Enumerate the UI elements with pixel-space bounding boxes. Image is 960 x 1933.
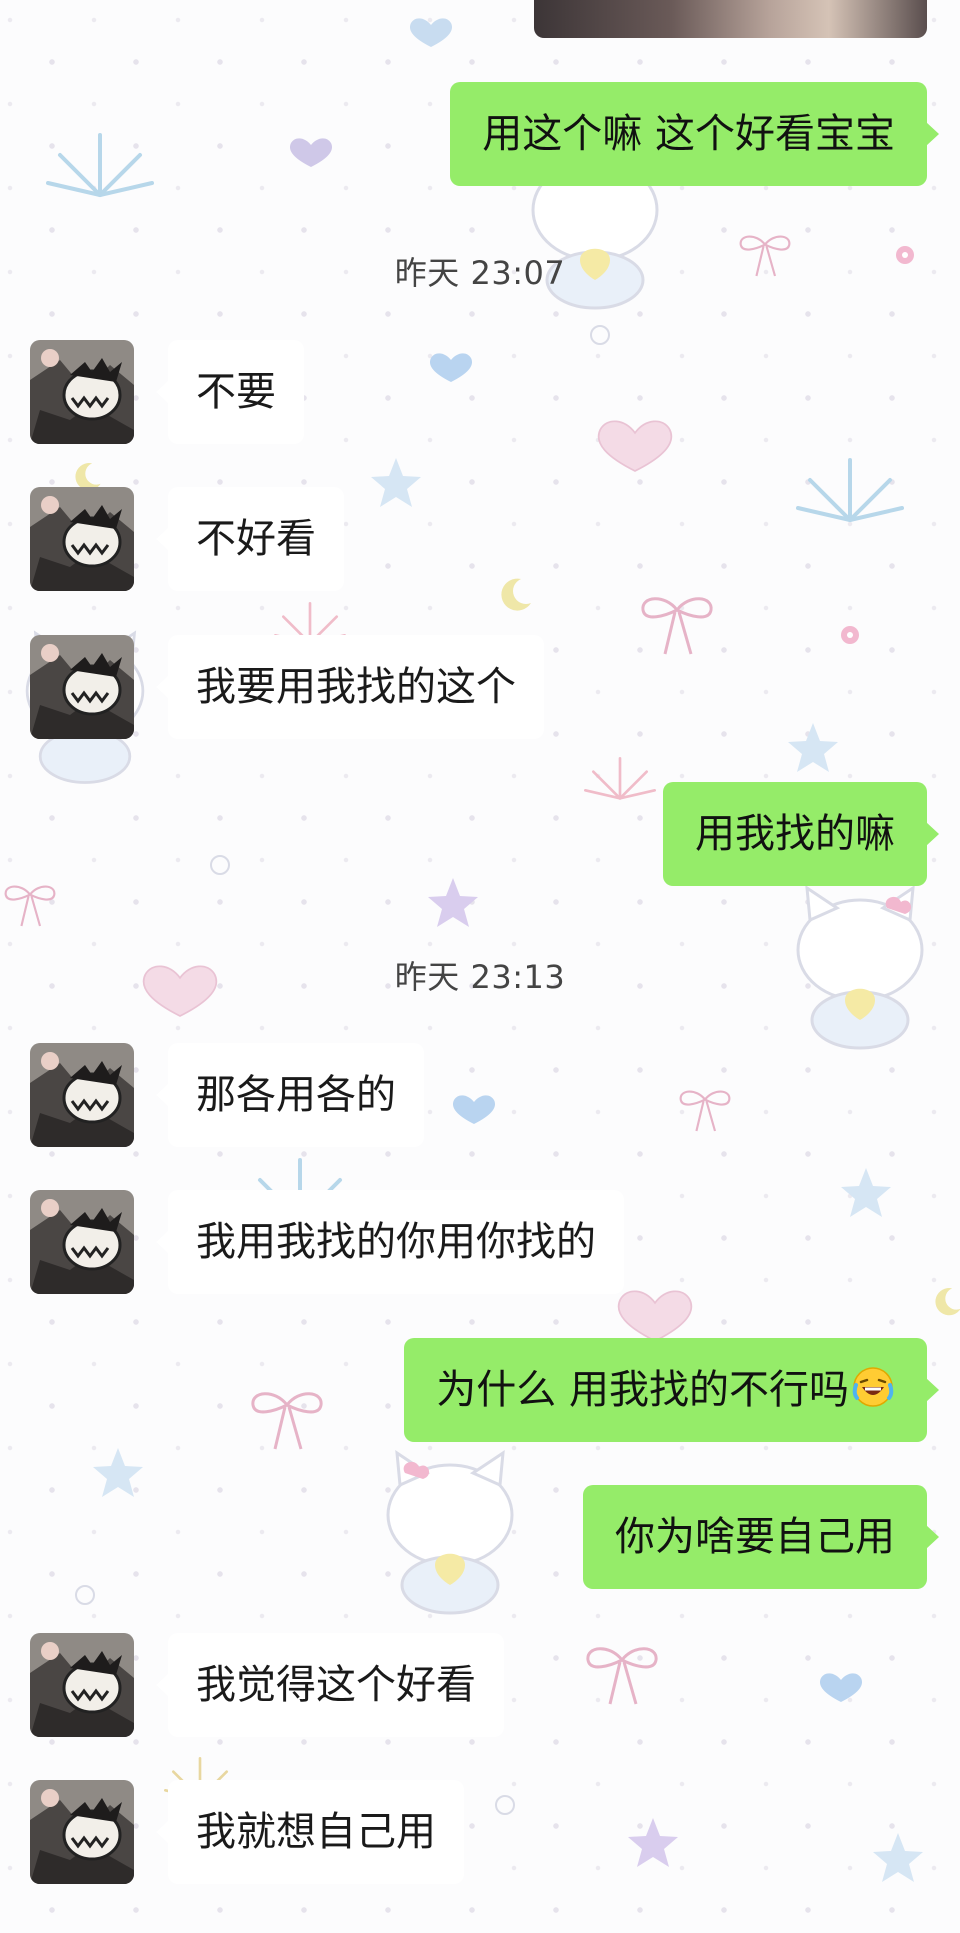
message-timestamp: 昨天 23:07 <box>394 254 566 292</box>
sent-message-bubble[interactable]: 用我找的嘛 <box>663 782 939 886</box>
received-message-bubble[interactable]: 我觉得这个好看 <box>156 1633 504 1737</box>
previous-image-message[interactable] <box>534 0 927 38</box>
bow-decoration-icon <box>4 885 56 927</box>
contact-avatar[interactable] <box>30 340 134 444</box>
heart-decoration-icon <box>409 18 453 47</box>
sent-message-text: 为什么 用我找的不行吗 <box>436 1367 849 1413</box>
received-message-bubble[interactable]: 不要 <box>156 340 304 444</box>
cartoon-avatar-icon <box>30 487 134 591</box>
received-message-bubble[interactable]: 我用我找的你用你找的 <box>156 1190 624 1294</box>
message-row-received: 我就想自己用 <box>0 1780 960 1884</box>
message-row-received: 不好看 <box>0 487 960 591</box>
message-row-received: 我要用我找的这个 <box>0 635 960 739</box>
received-message-bubble[interactable]: 我就想自己用 <box>156 1780 464 1884</box>
contact-avatar[interactable] <box>30 487 134 591</box>
contact-avatar[interactable] <box>30 635 134 739</box>
sent-message-bubble[interactable]: 你为啥要自己用 <box>583 1485 939 1589</box>
message-row-received: 我用我找的你用你找的 <box>0 1190 960 1294</box>
received-message-bubble[interactable]: 不好看 <box>156 487 344 591</box>
message-row-received: 我觉得这个好看 <box>0 1633 960 1737</box>
contact-avatar[interactable] <box>30 1190 134 1294</box>
cartoon-avatar-icon <box>30 1190 134 1294</box>
cartoon-avatar-icon <box>30 1633 134 1737</box>
message-row-sent: 为什么 用我找的不行吗 <box>0 1338 960 1442</box>
received-message-bubble[interactable]: 那各用各的 <box>156 1043 424 1147</box>
cartoon-avatar-icon <box>30 1780 134 1884</box>
cartoon-avatar-icon <box>30 340 134 444</box>
message-row-sent: 用这个嘛 这个好看宝宝 <box>0 82 960 186</box>
sent-message-bubble[interactable]: 为什么 用我找的不行吗 <box>404 1338 939 1442</box>
message-row-received: 不要 <box>0 340 960 444</box>
laughing-crying-emoji-icon <box>852 1367 894 1407</box>
message-timestamp: 昨天 23:13 <box>394 958 566 996</box>
sent-message-bubble[interactable]: 用这个嘛 这个好看宝宝 <box>450 82 939 186</box>
contact-avatar[interactable] <box>30 1043 134 1147</box>
message-row-received: 那各用各的 <box>0 1043 960 1147</box>
cartoon-avatar-icon <box>30 635 134 739</box>
message-row-sent: 用我找的嘛 <box>0 782 960 886</box>
cartoon-avatar-icon <box>30 1043 134 1147</box>
contact-avatar[interactable] <box>30 1780 134 1884</box>
message-row-sent: 你为啥要自己用 <box>0 1485 960 1589</box>
contact-avatar[interactable] <box>30 1633 134 1737</box>
heart-decoration-icon <box>617 1290 693 1342</box>
received-message-bubble[interactable]: 我要用我找的这个 <box>156 635 544 739</box>
